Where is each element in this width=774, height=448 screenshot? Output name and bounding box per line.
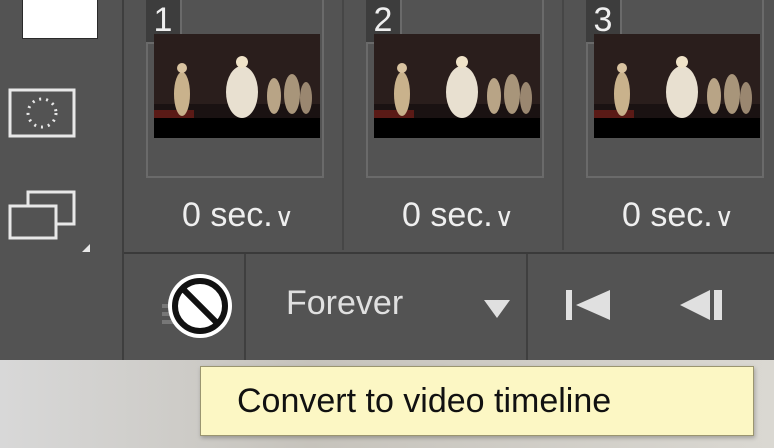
frame-delay-dropdown[interactable]: 0 sec.∨ [182,196,294,235]
previous-frame-button[interactable] [680,290,726,325]
selection-icon[interactable] [8,88,76,138]
frame-delay-dropdown[interactable]: 0 sec.∨ [402,196,514,235]
chevron-down-icon: ∨ [714,202,734,232]
foreground-color-swatch[interactable] [22,0,98,39]
frame-3[interactable]: 3 0 sec.∨ [564,0,774,250]
select-first-frame-button[interactable] [566,290,612,325]
separator [244,254,246,362]
frame-strip: 1 0 sec.∨ 2 0 sec.∨ 3 0 sec.∨ [124,0,774,250]
no-entry-icon [162,274,232,338]
frame-2[interactable]: 2 0 sec.∨ [344,0,564,250]
chevron-down-icon: ∨ [274,202,294,232]
frame-thumbnail[interactable] [154,34,320,138]
convert-to-video-timeline-button[interactable] [162,268,242,346]
tooltip: Convert to video timeline [200,366,754,436]
duplicate-layers-icon[interactable] [6,186,96,256]
frame-1[interactable]: 1 0 sec.∨ [124,0,344,250]
frame-delay-value: 0 sec. [622,196,713,234]
frame-delay-value: 0 sec. [182,196,273,234]
frame-thumbnail[interactable] [374,34,540,138]
step-back-icon [680,290,722,320]
dropdown-caret-icon[interactable] [484,300,510,323]
loop-options-dropdown[interactable]: Forever [286,284,403,323]
frame-delay-value: 0 sec. [402,196,493,234]
chevron-down-icon: ∨ [494,202,514,232]
frame-delay-dropdown[interactable]: 0 sec.∨ [622,196,734,235]
tool-sidebar [0,0,124,360]
separator [526,254,528,362]
skip-to-first-icon [566,290,610,320]
timeline-controls: Forever [124,252,774,362]
frame-thumbnail[interactable] [594,34,760,138]
